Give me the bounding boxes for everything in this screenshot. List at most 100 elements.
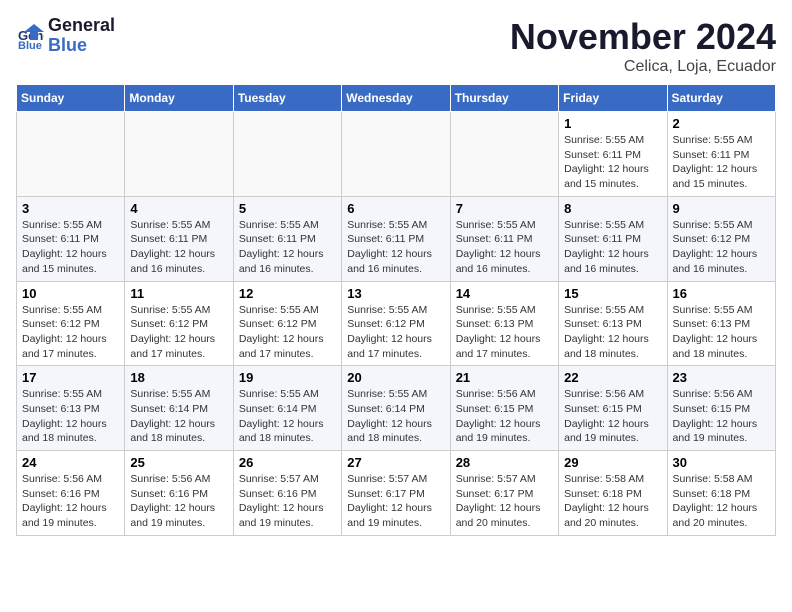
day-info: Sunrise: 5:56 AM Sunset: 6:15 PM Dayligh…: [673, 387, 770, 446]
weekday-header: Monday: [125, 85, 233, 112]
calendar-cell: 12Sunrise: 5:55 AM Sunset: 6:12 PM Dayli…: [233, 281, 341, 366]
day-info: Sunrise: 5:56 AM Sunset: 6:15 PM Dayligh…: [564, 387, 661, 446]
day-number: 17: [22, 370, 119, 385]
calendar-cell: 1 Sunrise: 5:55 AM Sunset: 6:11 PM Daylig…: [559, 112, 667, 197]
calendar-cell: [125, 112, 233, 197]
calendar-cell: 20 Sunrise: 5:55 AM Sunset: 6:14 PM Dayli…: [342, 366, 450, 451]
day-number: 2: [673, 116, 770, 131]
calendar-cell: 21Sunrise: 5:56 AM Sunset: 6:15 PM Dayli…: [450, 366, 558, 451]
calendar-cell: 14 Sunrise: 5:55 AM Sunset: 6:13 PM Dayli…: [450, 281, 558, 366]
calendar-cell: [17, 112, 125, 197]
day-number: 22: [564, 370, 661, 385]
day-info: Sunrise: 5:56 AM Sunset: 6:16 PM Dayligh…: [130, 472, 227, 531]
day-info: Sunrise: 5:57 AM Sunset: 6:17 PM Dayligh…: [456, 472, 553, 531]
day-info: Sunrise: 5:55 AM Sunset: 6:13 PM Dayligh…: [22, 387, 119, 446]
month-title: November 2024: [510, 16, 776, 58]
calendar-cell: 24Sunrise: 5:56 AM Sunset: 6:16 PM Dayli…: [17, 451, 125, 536]
day-number: 6: [347, 201, 444, 216]
calendar-cell: [342, 112, 450, 197]
calendar-week-row: 10 Sunrise: 5:55 AM Sunset: 6:12 PM Dayli…: [17, 281, 776, 366]
day-number: 4: [130, 201, 227, 216]
calendar-cell: 9Sunrise: 5:55 AM Sunset: 6:12 PM Daylig…: [667, 196, 775, 281]
calendar-header-row: SundayMondayTuesdayWednesdayThursdayFrid…: [17, 85, 776, 112]
calendar-week-row: 24Sunrise: 5:56 AM Sunset: 6:16 PM Dayli…: [17, 451, 776, 536]
calendar-cell: 25 Sunrise: 5:56 AM Sunset: 6:16 PM Dayli…: [125, 451, 233, 536]
day-info: Sunrise: 5:58 AM Sunset: 6:18 PM Dayligh…: [564, 472, 661, 531]
day-info: Sunrise: 5:55 AM Sunset: 6:11 PM Dayligh…: [22, 218, 119, 277]
day-info: Sunrise: 5:55 AM Sunset: 6:11 PM Dayligh…: [564, 218, 661, 277]
day-number: 23: [673, 370, 770, 385]
day-number: 12: [239, 286, 336, 301]
weekday-header: Friday: [559, 85, 667, 112]
calendar-cell: 27 Sunrise: 5:57 AM Sunset: 6:17 PM Dayli…: [342, 451, 450, 536]
weekday-header: Tuesday: [233, 85, 341, 112]
day-info: Sunrise: 5:55 AM Sunset: 6:12 PM Dayligh…: [347, 303, 444, 362]
calendar-cell: 18Sunrise: 5:55 AM Sunset: 6:14 PM Dayli…: [125, 366, 233, 451]
weekday-header: Thursday: [450, 85, 558, 112]
day-info: Sunrise: 5:55 AM Sunset: 6:14 PM Dayligh…: [130, 387, 227, 446]
calendar-cell: 26 Sunrise: 5:57 AM Sunset: 6:16 PM Dayli…: [233, 451, 341, 536]
day-number: 11: [130, 286, 227, 301]
calendar-cell: 5 Sunrise: 5:55 AM Sunset: 6:11 PM Daylig…: [233, 196, 341, 281]
day-info: Sunrise: 5:55 AM Sunset: 6:11 PM Dayligh…: [564, 133, 661, 192]
day-number: 5: [239, 201, 336, 216]
calendar-cell: 7Sunrise: 5:55 AM Sunset: 6:11 PM Daylig…: [450, 196, 558, 281]
weekday-header: Wednesday: [342, 85, 450, 112]
calendar-cell: 17 Sunrise: 5:55 AM Sunset: 6:13 PM Dayli…: [17, 366, 125, 451]
day-info: Sunrise: 5:55 AM Sunset: 6:12 PM Dayligh…: [130, 303, 227, 362]
day-number: 27: [347, 455, 444, 470]
day-info: Sunrise: 5:55 AM Sunset: 6:12 PM Dayligh…: [22, 303, 119, 362]
day-info: Sunrise: 5:55 AM Sunset: 6:13 PM Dayligh…: [456, 303, 553, 362]
day-number: 13: [347, 286, 444, 301]
logo-text: General Blue: [48, 16, 115, 56]
day-number: 15: [564, 286, 661, 301]
day-info: Sunrise: 5:57 AM Sunset: 6:16 PM Dayligh…: [239, 472, 336, 531]
day-info: Sunrise: 5:55 AM Sunset: 6:13 PM Dayligh…: [673, 303, 770, 362]
day-number: 3: [22, 201, 119, 216]
day-info: Sunrise: 5:55 AM Sunset: 6:11 PM Dayligh…: [130, 218, 227, 277]
calendar-cell: 4 Sunrise: 5:55 AM Sunset: 6:11 PM Daylig…: [125, 196, 233, 281]
day-number: 29: [564, 455, 661, 470]
calendar-cell: 22 Sunrise: 5:56 AM Sunset: 6:15 PM Dayli…: [559, 366, 667, 451]
calendar-table: SundayMondayTuesdayWednesdayThursdayFrid…: [16, 84, 776, 536]
calendar-cell: [233, 112, 341, 197]
calendar-cell: 8 Sunrise: 5:55 AM Sunset: 6:11 PM Daylig…: [559, 196, 667, 281]
calendar-cell: 6 Sunrise: 5:55 AM Sunset: 6:11 PM Daylig…: [342, 196, 450, 281]
day-number: 30: [673, 455, 770, 470]
calendar-cell: 2 Sunrise: 5:55 AM Sunset: 6:11 PM Daylig…: [667, 112, 775, 197]
day-number: 1: [564, 116, 661, 131]
day-info: Sunrise: 5:55 AM Sunset: 6:11 PM Dayligh…: [347, 218, 444, 277]
day-number: 26: [239, 455, 336, 470]
day-number: 10: [22, 286, 119, 301]
day-number: 25: [130, 455, 227, 470]
day-info: Sunrise: 5:55 AM Sunset: 6:11 PM Dayligh…: [673, 133, 770, 192]
svg-text:Blue: Blue: [18, 40, 42, 50]
logo: General Blue General Blue: [16, 16, 115, 56]
page-header: General Blue General Blue November 2024 …: [16, 16, 776, 76]
day-info: Sunrise: 5:56 AM Sunset: 6:16 PM Dayligh…: [22, 472, 119, 531]
day-info: Sunrise: 5:58 AM Sunset: 6:18 PM Dayligh…: [673, 472, 770, 531]
day-number: 16: [673, 286, 770, 301]
weekday-header: Saturday: [667, 85, 775, 112]
calendar-cell: 3 Sunrise: 5:55 AM Sunset: 6:11 PM Daylig…: [17, 196, 125, 281]
calendar-cell: 29 Sunrise: 5:58 AM Sunset: 6:18 PM Dayli…: [559, 451, 667, 536]
calendar-cell: 19Sunrise: 5:55 AM Sunset: 6:14 PM Dayli…: [233, 366, 341, 451]
calendar-week-row: 17 Sunrise: 5:55 AM Sunset: 6:13 PM Dayli…: [17, 366, 776, 451]
calendar-week-row: 1 Sunrise: 5:55 AM Sunset: 6:11 PM Daylig…: [17, 112, 776, 197]
day-number: 20: [347, 370, 444, 385]
logo-icon: General Blue: [16, 22, 44, 50]
day-info: Sunrise: 5:55 AM Sunset: 6:13 PM Dayligh…: [564, 303, 661, 362]
calendar-cell: 23 Sunrise: 5:56 AM Sunset: 6:15 PM Dayli…: [667, 366, 775, 451]
day-number: 21: [456, 370, 553, 385]
day-info: Sunrise: 5:55 AM Sunset: 6:14 PM Dayligh…: [347, 387, 444, 446]
calendar-cell: 13 Sunrise: 5:55 AM Sunset: 6:12 PM Dayli…: [342, 281, 450, 366]
day-number: 14: [456, 286, 553, 301]
day-number: 7: [456, 201, 553, 216]
day-number: 19: [239, 370, 336, 385]
title-block: November 2024 Celica, Loja, Ecuador: [510, 16, 776, 76]
day-number: 8: [564, 201, 661, 216]
calendar-cell: [450, 112, 558, 197]
day-info: Sunrise: 5:55 AM Sunset: 6:11 PM Dayligh…: [239, 218, 336, 277]
calendar-cell: 10 Sunrise: 5:55 AM Sunset: 6:12 PM Dayli…: [17, 281, 125, 366]
day-info: Sunrise: 5:57 AM Sunset: 6:17 PM Dayligh…: [347, 472, 444, 531]
